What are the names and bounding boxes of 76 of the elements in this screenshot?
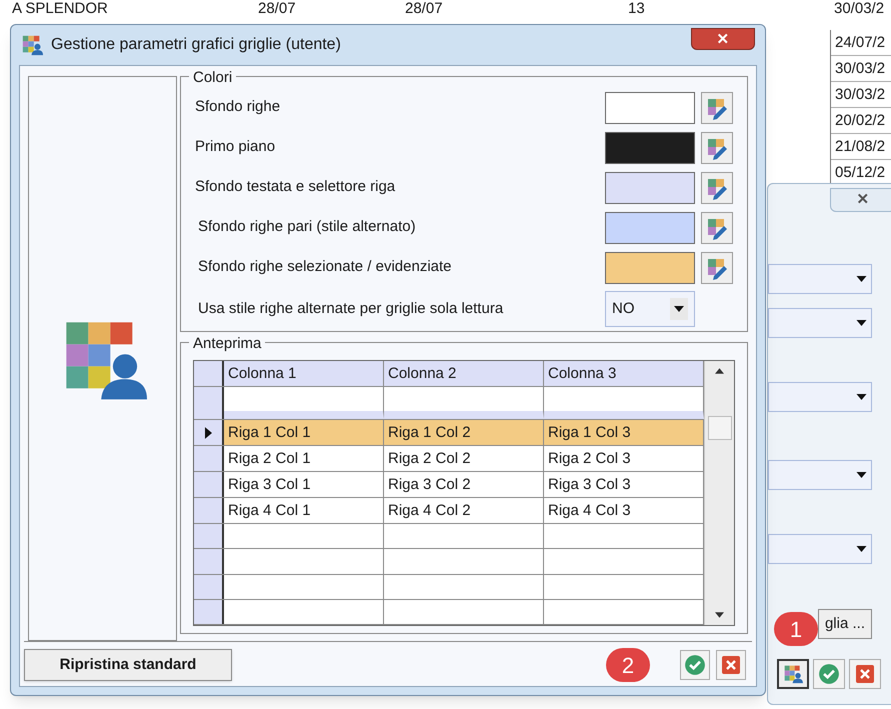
row-selector[interactable]: [194, 420, 224, 445]
column-header[interactable]: Colonna 2: [384, 361, 544, 386]
option-label: Usa stile righe alternate per griglie sola lettura: [197, 298, 504, 319]
row-selector[interactable]: [194, 387, 224, 419]
table-cell: 21/08/2: [831, 134, 891, 160]
close-button[interactable]: ✕: [830, 188, 891, 212]
number-badge: 2: [606, 648, 650, 682]
dropdown-value: NO: [612, 298, 634, 319]
color-label: Primo piano: [195, 137, 276, 158]
current-row-arrow-icon: [204, 426, 212, 438]
dropdown-arrow-icon: [856, 546, 867, 552]
color-picker-button[interactable]: [701, 172, 733, 204]
grid-settings-button[interactable]: [777, 659, 809, 689]
row-selector[interactable]: [194, 524, 224, 548]
dropdown-field[interactable]: [768, 264, 872, 294]
close-button[interactable]: ✕: [691, 28, 755, 50]
close-icon: [721, 655, 741, 675]
cancel-button[interactable]: [716, 650, 746, 680]
color-picker-button[interactable]: [701, 132, 733, 164]
palette-person-icon: [21, 34, 43, 56]
palette-person-icon: [782, 664, 804, 684]
color-label: Sfondo righe pari (stile alternato): [197, 217, 417, 238]
scroll-up-icon[interactable]: [715, 368, 724, 374]
table-cell: 20/02/2: [831, 108, 891, 134]
color-label: Sfondo righe: [195, 97, 282, 118]
dropdown-arrow-icon: [856, 394, 867, 400]
configure-button[interactable]: glia ...: [818, 609, 872, 639]
row-selector[interactable]: [194, 574, 224, 599]
scroll-down-icon[interactable]: [715, 612, 724, 618]
color-picker-button[interactable]: [701, 252, 733, 284]
number-badge: 1: [774, 612, 818, 646]
window-title: Gestione parametri grafici griglie (utente): [51, 35, 341, 55]
scrollbar[interactable]: [704, 361, 734, 625]
dropdown-field[interactable]: [768, 460, 872, 490]
color-swatch[interactable]: [605, 92, 695, 124]
color-swatch[interactable]: [605, 252, 695, 284]
dropdown-arrow-icon: [856, 276, 867, 282]
cancel-button[interactable]: [849, 659, 881, 689]
check-icon: [684, 654, 706, 676]
color-swatch[interactable]: [605, 172, 695, 204]
dropdown-field[interactable]: [768, 534, 872, 564]
table-cell: Riga 1 Col 3: [544, 420, 704, 445]
table-cell-text: 13: [628, 0, 645, 19]
color-label: Sfondo testata e selettore riga: [195, 177, 396, 198]
color-picker-button[interactable]: [701, 212, 733, 244]
table-cell: 30/03/2: [831, 56, 891, 82]
table-cell-text: 28/07: [405, 0, 443, 19]
table-cell: Riga 1 Col 1: [224, 420, 384, 445]
dropdown-field[interactable]: [768, 308, 872, 338]
table-cell-text: A SPLENDOR: [12, 0, 108, 19]
row-selector[interactable]: [194, 498, 224, 523]
table-cell: 24/07/2: [831, 30, 891, 56]
color-picker-button[interactable]: [701, 92, 733, 124]
table-cell-text: 28/07: [258, 0, 296, 19]
table-cell-text: 30/03/2: [834, 0, 884, 19]
row-selector[interactable]: [194, 446, 224, 471]
scrollbar-thumb[interactable]: [708, 416, 732, 440]
close-icon: [855, 664, 875, 684]
row-selector[interactable]: [194, 361, 224, 386]
dropdown-field[interactable]: [768, 382, 872, 412]
reset-button[interactable]: Ripristina standard: [24, 649, 232, 681]
table-cell: Riga 1 Col 2: [384, 420, 544, 445]
row-selector[interactable]: [194, 549, 224, 574]
check-icon: [818, 663, 840, 685]
table-cell: 30/03/2: [831, 82, 891, 108]
color-swatch[interactable]: [605, 132, 695, 164]
row-selector[interactable]: [194, 600, 224, 624]
row-selector[interactable]: [194, 472, 224, 497]
confirm-button[interactable]: [680, 650, 710, 680]
column-header[interactable]: Colonna 3: [544, 361, 704, 386]
dropdown-arrow-icon: [856, 472, 867, 478]
color-swatch[interactable]: [605, 212, 695, 244]
dropdown-arrow-icon: [856, 320, 867, 326]
color-label: Sfondo righe selezionate / evidenziate: [197, 257, 453, 278]
column-header[interactable]: Colonna 1: [224, 361, 384, 386]
dropdown-field[interactable]: NO: [605, 291, 695, 327]
